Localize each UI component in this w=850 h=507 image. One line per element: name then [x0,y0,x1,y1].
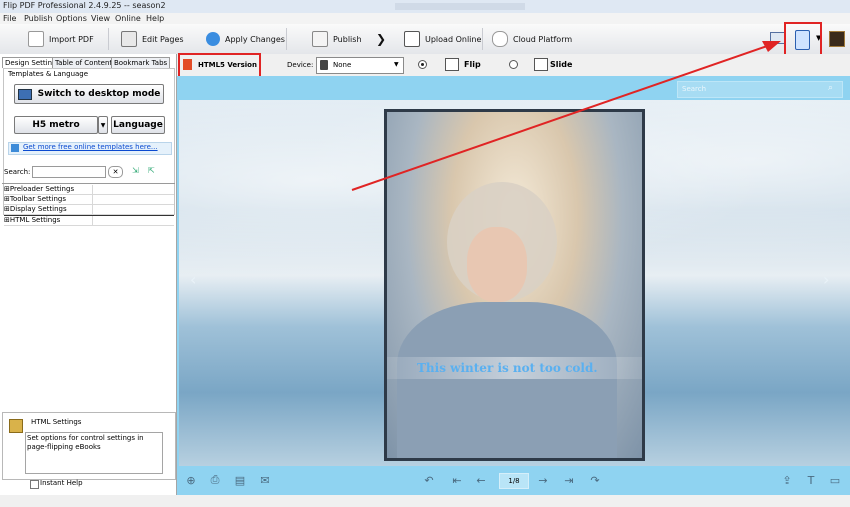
annotation-arrow [351,41,781,191]
print-icon[interactable]: ⎙ [209,473,221,486]
share-icon[interactable]: ⇪ [781,474,793,487]
status-bar [0,495,850,507]
zoom-in-icon[interactable]: ⊕ [185,474,197,487]
next-page-arrow-icon[interactable]: → [537,474,549,487]
viewer-bottom-bar: ⊕ ⎙ ▤ ✉ ↶ ⇤ ← 1/8 → ⇥ ↷ ⇪ T ▭ [177,466,850,495]
undo-icon[interactable]: ↶ [423,474,435,487]
last-page-icon[interactable]: ⇥ [563,474,575,487]
text-icon[interactable]: T [805,474,817,487]
first-page-icon[interactable]: ⇤ [451,474,463,487]
page-indicator[interactable]: 1/8 [499,473,529,489]
email-icon[interactable]: ✉ [259,474,271,487]
redo-icon[interactable]: ↷ [589,474,601,487]
previous-page-icon[interactable]: ← [475,474,487,487]
comment-icon[interactable]: ▭ [829,474,841,487]
document-icon[interactable]: ▤ [234,474,246,487]
